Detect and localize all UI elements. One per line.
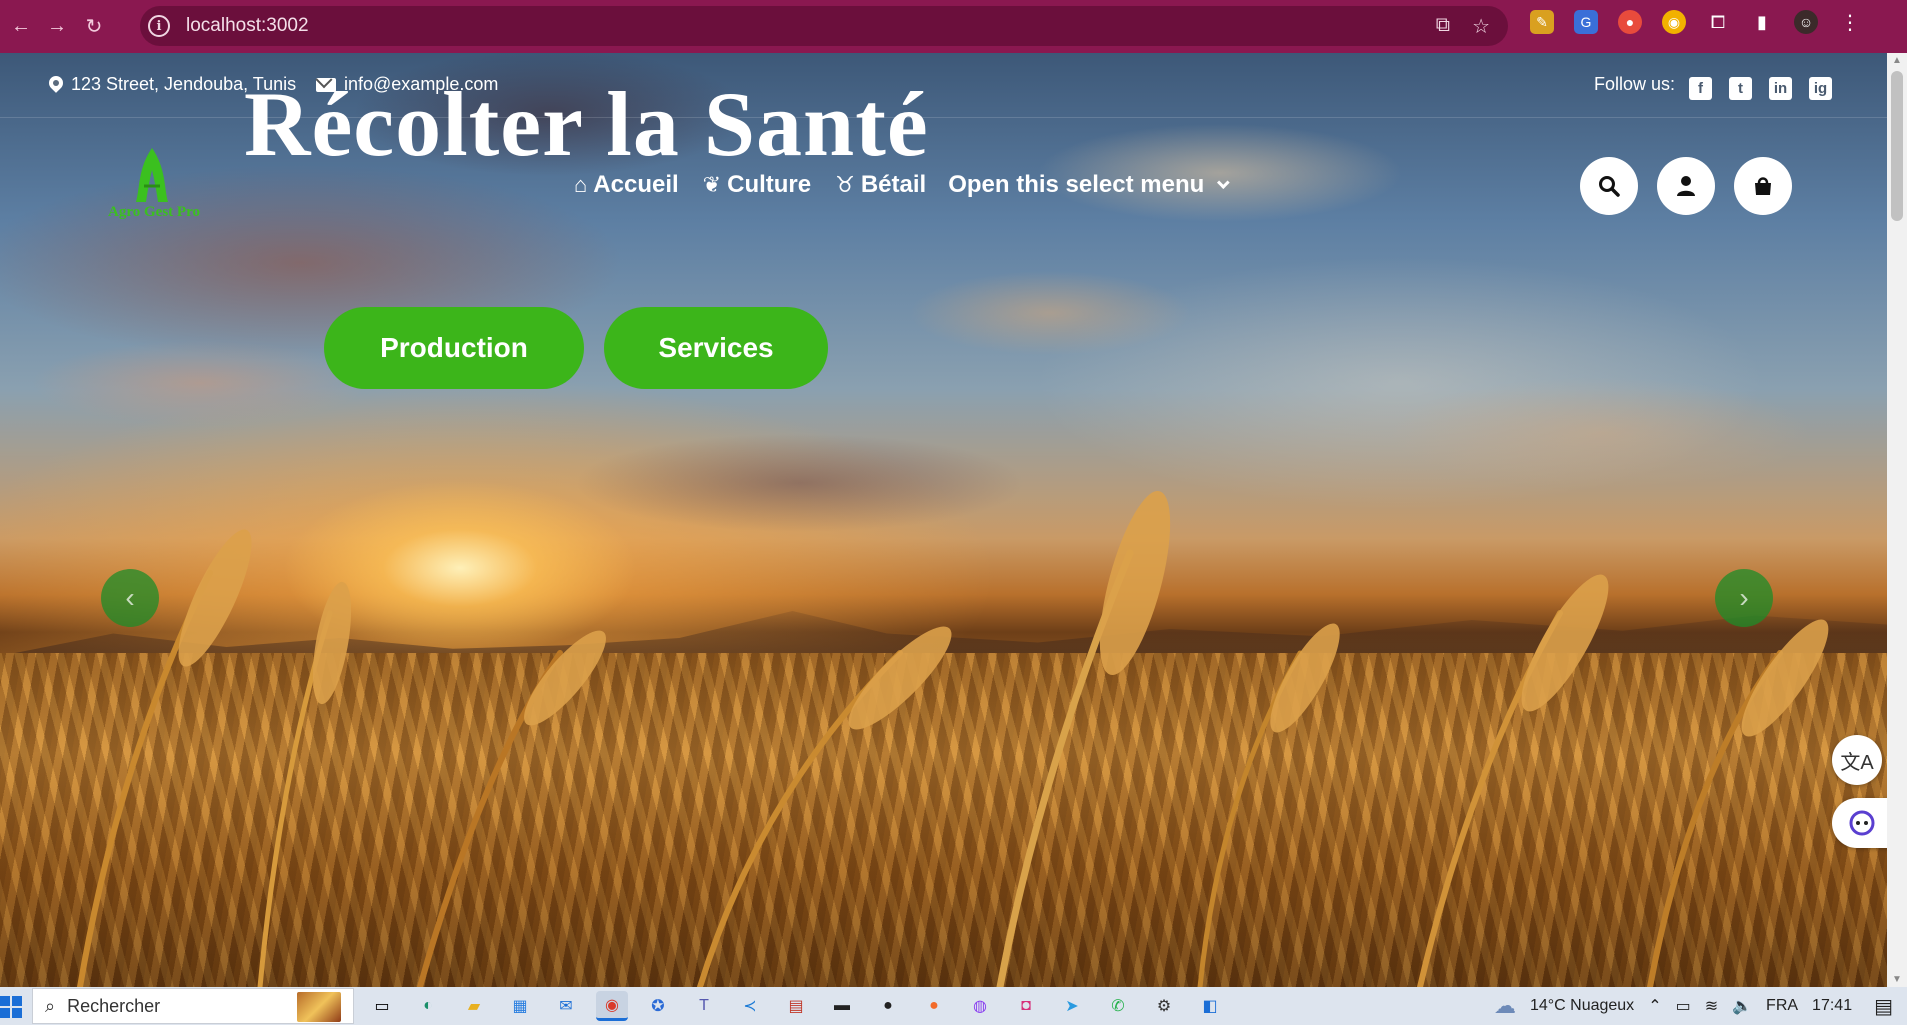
assistant-widget-button[interactable] (1832, 798, 1887, 848)
reload-button[interactable]: ↻ (79, 11, 109, 41)
nav-item-betail[interactable]: ♉ Bétail (835, 171, 926, 199)
account-button[interactable] (1657, 157, 1715, 215)
file-explorer-icon[interactable]: ▰ (458, 991, 490, 1021)
pen-extension-icon[interactable]: ✎ (1530, 10, 1554, 34)
store-icon[interactable]: ▦ (504, 991, 536, 1021)
menu-kebab-icon[interactable]: ⋮ (1838, 10, 1862, 34)
color-extension-icon[interactable]: ● (1618, 10, 1642, 34)
instagram-app-icon[interactable]: ◘ (1010, 991, 1042, 1021)
scroll-up-icon[interactable]: ▲ (1892, 55, 1902, 66)
social-links: f t in ig (1689, 77, 1832, 100)
follow-us-label: Follow us: (1593, 74, 1675, 94)
nav-select-menu[interactable]: Open this select menu (948, 171, 1230, 199)
postman-icon[interactable]: ● (918, 991, 950, 1021)
assistant-icon (1849, 810, 1875, 836)
messenger-icon[interactable]: ◍ (964, 991, 996, 1021)
carousel-prev-button[interactable]: ‹ (101, 569, 159, 627)
forward-button[interactable]: → (42, 11, 72, 41)
page-scrollbar[interactable]: ▲ ▼ (1887, 53, 1907, 987)
home-icon: ⌂ (574, 172, 588, 197)
chrome-icon[interactable]: ◉ (596, 991, 628, 1021)
scrollbar-thumb[interactable] (1891, 71, 1903, 221)
nav-item-culture[interactable]: ❦ Culture (703, 171, 811, 199)
compass-app-icon[interactable]: ✪ (642, 991, 674, 1021)
scroll-down-icon[interactable]: ▼ (1892, 974, 1902, 985)
taskbar-apps: ▭ ◐ ▰ ▦ ✉ ◉ ✪ T ≺ ▤ ▬ ● ● ◍ ◘ ➤ ✆ ⚙ ◧ (366, 991, 1226, 1021)
address-bar[interactable]: i localhost:3002 ⧉ ☆ (140, 6, 1508, 46)
whatsapp-icon[interactable]: ✆ (1102, 991, 1134, 1021)
translate-widget-button[interactable]: 文A (1832, 735, 1882, 785)
edge-icon[interactable]: ◐ (412, 991, 444, 1021)
services-button[interactable]: Services (604, 307, 828, 389)
search-highlight-image (297, 992, 341, 1022)
translate-icon: 文A (1840, 751, 1874, 774)
translate-extension-icon[interactable]: G (1574, 10, 1598, 34)
site-logo[interactable]: Agro Gest Pro (104, 148, 200, 228)
teams-icon[interactable]: T (688, 991, 720, 1021)
system-tray: ☁ 14°C Nuageux ⌃ ▭ ≋ 🔈 FRA 17:41 ▤ (1494, 987, 1907, 1025)
taskbar-search[interactable]: ⌕ Rechercher (32, 988, 354, 1024)
nav-item-accueil[interactable]: ⌂ Accueil (574, 171, 679, 199)
hero-title: Récolter la Santé (244, 73, 929, 175)
pdf-icon[interactable]: ▤ (780, 991, 812, 1021)
instagram-icon[interactable]: ig (1809, 77, 1832, 100)
chevron-up-icon[interactable]: ⌃ (1648, 996, 1661, 1016)
taskbar-search-placeholder: Rechercher (67, 995, 161, 1016)
nav-label: Accueil (593, 171, 679, 198)
cow-icon: ♉ (835, 172, 855, 197)
search-icon: ⌕ (45, 995, 56, 1016)
cloud-weather-icon: ☁ (1493, 993, 1516, 1018)
url-text[interactable]: localhost:3002 (186, 15, 309, 37)
extensions-puzzle-icon[interactable]: ⧠ (1706, 10, 1730, 34)
header-actions (1580, 157, 1792, 215)
clock-time[interactable]: 17:41 (1812, 997, 1852, 1015)
site-info-icon[interactable]: i (148, 15, 170, 37)
shopping-bag-icon (1755, 177, 1771, 195)
production-button[interactable]: Production (324, 307, 584, 389)
map-pin-icon (49, 76, 63, 94)
select-label: Open this select menu (948, 171, 1205, 198)
terminal-icon[interactable]: ▬ (826, 991, 858, 1021)
main-nav: ⌂ Accueil ❦ Culture ♉ Bétail Open this s… (574, 171, 1230, 199)
telegram-icon[interactable]: ➤ (1056, 991, 1088, 1021)
leaf-logo-icon (136, 148, 168, 202)
coin-extension-icon[interactable]: ◉ (1662, 10, 1686, 34)
hero-section: 123 Street, Jendouba, Tunis info@example… (0, 53, 1887, 987)
back-button[interactable]: ← (6, 11, 36, 41)
search-button[interactable] (1580, 157, 1638, 215)
user-icon (1677, 176, 1695, 196)
outlook-icon[interactable]: ◧ (1194, 991, 1226, 1021)
language-indicator[interactable]: FRA (1766, 997, 1798, 1015)
linkedin-icon[interactable]: in (1769, 77, 1792, 100)
weather-text[interactable]: 14°C Nuageux (1530, 997, 1634, 1015)
browser-toolbar: ← → ↻ i localhost:3002 ⧉ ☆ ✎ G ● ◉ ⧠ ▮ ☺… (0, 0, 1907, 53)
github-icon[interactable]: ● (872, 991, 904, 1021)
side-panel-icon[interactable]: ▮ (1750, 10, 1774, 34)
nav-label: Bétail (860, 171, 927, 198)
windows-start-icon[interactable] (0, 996, 22, 1018)
volume-icon[interactable]: 🔈 (1732, 996, 1752, 1016)
install-app-icon[interactable]: ⧉ (1436, 14, 1450, 39)
windows-taskbar: ⌕ Rechercher ▭ ◐ ▰ ▦ ✉ ◉ ✪ T ≺ ▤ ▬ ● ● ◍… (0, 987, 1907, 1025)
nav-label: Culture (727, 171, 812, 198)
notifications-icon[interactable]: ▤ (1874, 994, 1893, 1019)
mail-icon[interactable]: ✉ (550, 991, 582, 1021)
battery-icon[interactable]: ▭ (1676, 996, 1691, 1016)
carousel-next-button[interactable]: › (1715, 569, 1773, 627)
settings-gear-icon[interactable]: ⚙ (1148, 991, 1180, 1021)
vscode-icon[interactable]: ≺ (734, 991, 766, 1021)
bookmark-star-icon[interactable]: ☆ (1472, 14, 1490, 39)
cart-button[interactable] (1734, 157, 1792, 215)
facebook-icon[interactable]: f (1689, 77, 1712, 100)
logo-text: Agro Gest Pro (108, 204, 200, 220)
search-icon (1599, 176, 1620, 197)
wifi-icon[interactable]: ≋ (1705, 996, 1718, 1016)
twitter-icon[interactable]: t (1729, 77, 1752, 100)
task-view-icon[interactable]: ▭ (366, 991, 398, 1021)
leaf-icon: ❦ (702, 172, 722, 197)
profile-avatar[interactable]: ☺ (1794, 10, 1818, 34)
